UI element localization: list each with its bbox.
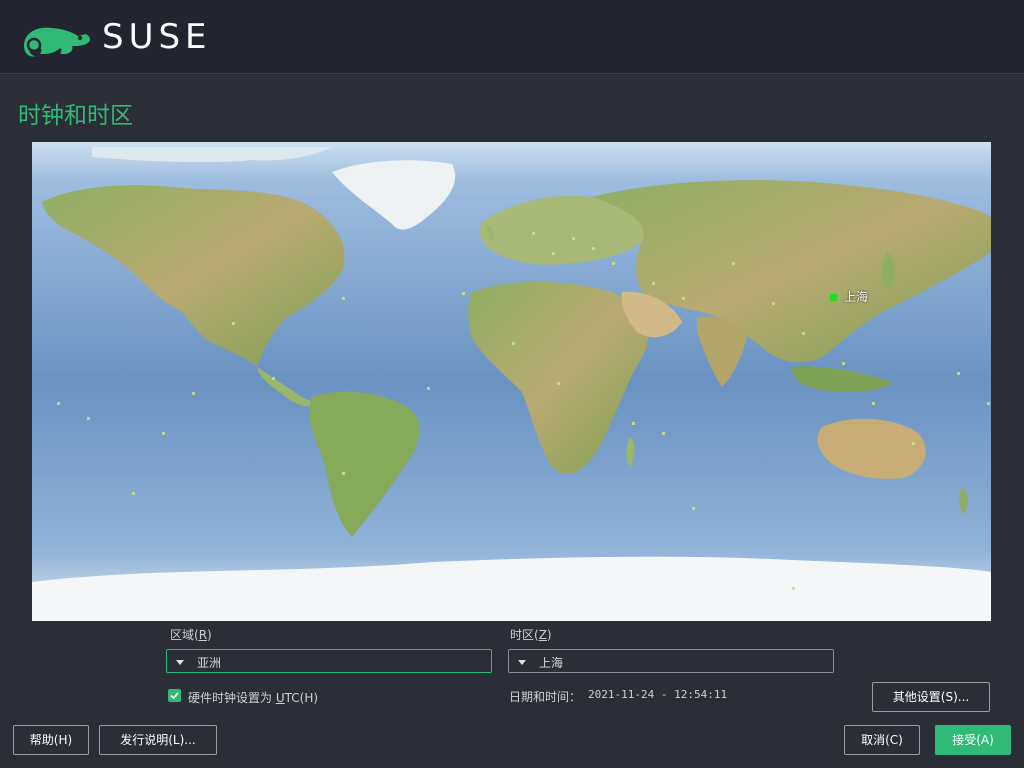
header-bar: SUSE (0, 0, 1024, 74)
datetime-value: 2021-11-24 - 12:54:11 (588, 688, 728, 701)
help-button[interactable]: 帮助(H) (13, 725, 89, 755)
hwclock-label-rest: TC(H) (284, 691, 319, 705)
hwclock-utc-label[interactable]: 硬件时钟设置为 UTC(H) (188, 689, 318, 706)
hwclock-label-main: 硬件时钟设置为 (188, 691, 276, 705)
timezone-select-value: 上海 (539, 656, 564, 670)
selected-city-label: 上海 (844, 290, 869, 304)
timezone-select[interactable]: 上海 (508, 649, 834, 673)
other-settings-button[interactable]: 其他设置(S)... (872, 682, 990, 712)
accept-button[interactable]: 接受(A) (935, 725, 1011, 755)
region-select-value: 亚洲 (197, 656, 222, 670)
timezone-label-text: 时区( (510, 628, 539, 642)
region-label-close: ) (207, 628, 212, 642)
region-label-key: R (198, 628, 208, 642)
datetime-label: 日期和时间： (509, 690, 582, 704)
checkmark-icon (170, 692, 179, 700)
page-title: 时钟和时区 (18, 103, 133, 129)
hwclock-utc-checkbox[interactable] (168, 689, 181, 702)
chameleon-logo-icon (20, 20, 92, 64)
brand-name: SUSE (102, 17, 212, 57)
release-notes-button[interactable]: 发行说明(L)... (99, 725, 217, 755)
region-select[interactable]: 亚洲 (166, 649, 492, 673)
timezone-label-key: Z (538, 628, 547, 642)
region-label: 区域(R) (170, 626, 212, 643)
timezone-label: 时区(Z) (510, 626, 552, 643)
timezone-label-close: ) (546, 628, 552, 642)
region-label-text: 区域( (170, 628, 199, 642)
chevron-down-icon (176, 660, 184, 665)
world-timezone-map[interactable]: 上海 (32, 142, 991, 621)
selected-city-marker (830, 294, 837, 301)
cancel-button[interactable]: 取消(C) (844, 725, 920, 755)
hwclock-label-key: U (275, 691, 285, 705)
chevron-down-icon (518, 660, 526, 665)
